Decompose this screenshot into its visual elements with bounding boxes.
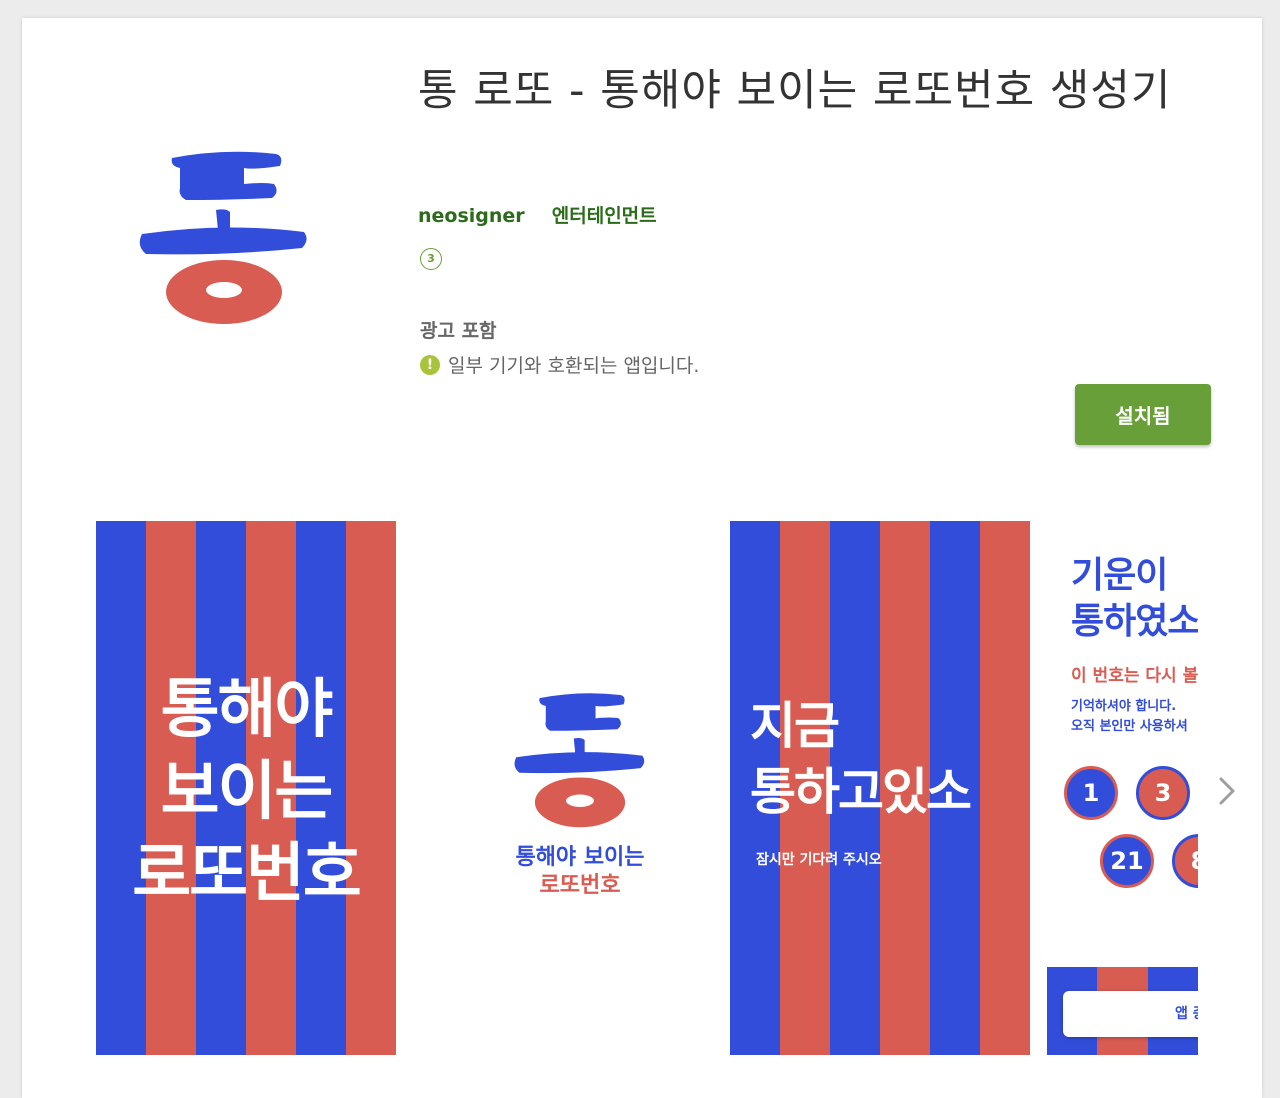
compatibility-text: 일부 기기와 호환되는 앱입니다. xyxy=(448,355,700,377)
screenshot-2[interactable]: 통해야 보이는 로또번호 xyxy=(430,521,730,1055)
screenshot-1-line: 로또번호 xyxy=(132,837,362,911)
screenshot-1[interactable]: 통해야 보이는 로또번호 xyxy=(96,521,396,1055)
app-detail-card: 통 로또 - 통해야 보이는 로또번호 생성기 neosigner 엔터테인먼트… xyxy=(22,18,1262,1098)
screenshot-4-heading-line: 통하였소 xyxy=(1071,601,1198,642)
screenshot-4-button: 앱 종 xyxy=(1063,991,1198,1037)
lotto-ball: 8 xyxy=(1172,834,1198,888)
screenshot-4-text-1: 기억하셔야 합니다. xyxy=(1071,699,1177,714)
compatibility-notice: ! 일부 기기와 호환되는 앱입니다. xyxy=(420,351,699,378)
lotto-ball: 3 xyxy=(1136,766,1190,820)
screenshot-4[interactable]: 기운이 통하였소 이 번호는 다시 볼 기억하셔야 합니다. 오직 본인만 사용… xyxy=(1047,521,1198,1055)
screenshot-3-title: 지금 통하고있소 xyxy=(750,693,972,825)
screenshot-1-line: 보이는 xyxy=(160,755,334,829)
app-icon-logo xyxy=(139,151,307,324)
screenshot-3-title-line: 지금 xyxy=(750,697,840,755)
screenshot-carousel: 통해야 보이는 로또번호 통해야 보이는 로또번호 지금 통하고있소 잠시만 기… xyxy=(96,521,1198,1055)
screenshot-4-notice: 이 번호는 다시 볼 xyxy=(1071,666,1198,686)
app-icon xyxy=(134,126,314,326)
installed-button[interactable]: 설치됨 xyxy=(1075,384,1211,445)
info-icon: ! xyxy=(420,354,440,375)
screenshot-4-text-2: 오직 본인만 사용하셔 xyxy=(1071,719,1188,734)
screenshot-3-title-line: 통하고있소 xyxy=(750,763,972,821)
screenshot-4-heading-line: 기운이 xyxy=(1071,555,1168,596)
app-meta-row: neosigner 엔터테인먼트 xyxy=(418,201,657,228)
category-link[interactable]: 엔터테인먼트 xyxy=(552,201,657,228)
screenshot-4-heading: 기운이 통하였소 xyxy=(1071,553,1198,645)
screenshot-2-tagline-2: 로또번호 xyxy=(539,873,621,898)
content-rating-badge: 3 xyxy=(420,248,442,270)
developer-link[interactable]: neosigner xyxy=(418,205,525,227)
screenshot-1-line: 통해야 xyxy=(160,673,334,747)
screenshot-3-subtitle: 잠시만 기다려 주시오 xyxy=(756,852,882,868)
screenshot-3[interactable]: 지금 통하고있소 잠시만 기다려 주시오 xyxy=(730,521,1030,1055)
screenshot-2-logo xyxy=(510,671,650,831)
lotto-ball: 21 xyxy=(1100,834,1154,888)
app-title: 통 로또 - 통해야 보이는 로또번호 생성기 xyxy=(418,66,1172,116)
contains-ads-label: 광고 포함 xyxy=(420,320,497,342)
lotto-ball: 1 xyxy=(1064,766,1118,820)
chevron-right-icon[interactable] xyxy=(1212,771,1242,811)
screenshot-1-text: 통해야 보이는 로또번호 xyxy=(96,669,396,915)
